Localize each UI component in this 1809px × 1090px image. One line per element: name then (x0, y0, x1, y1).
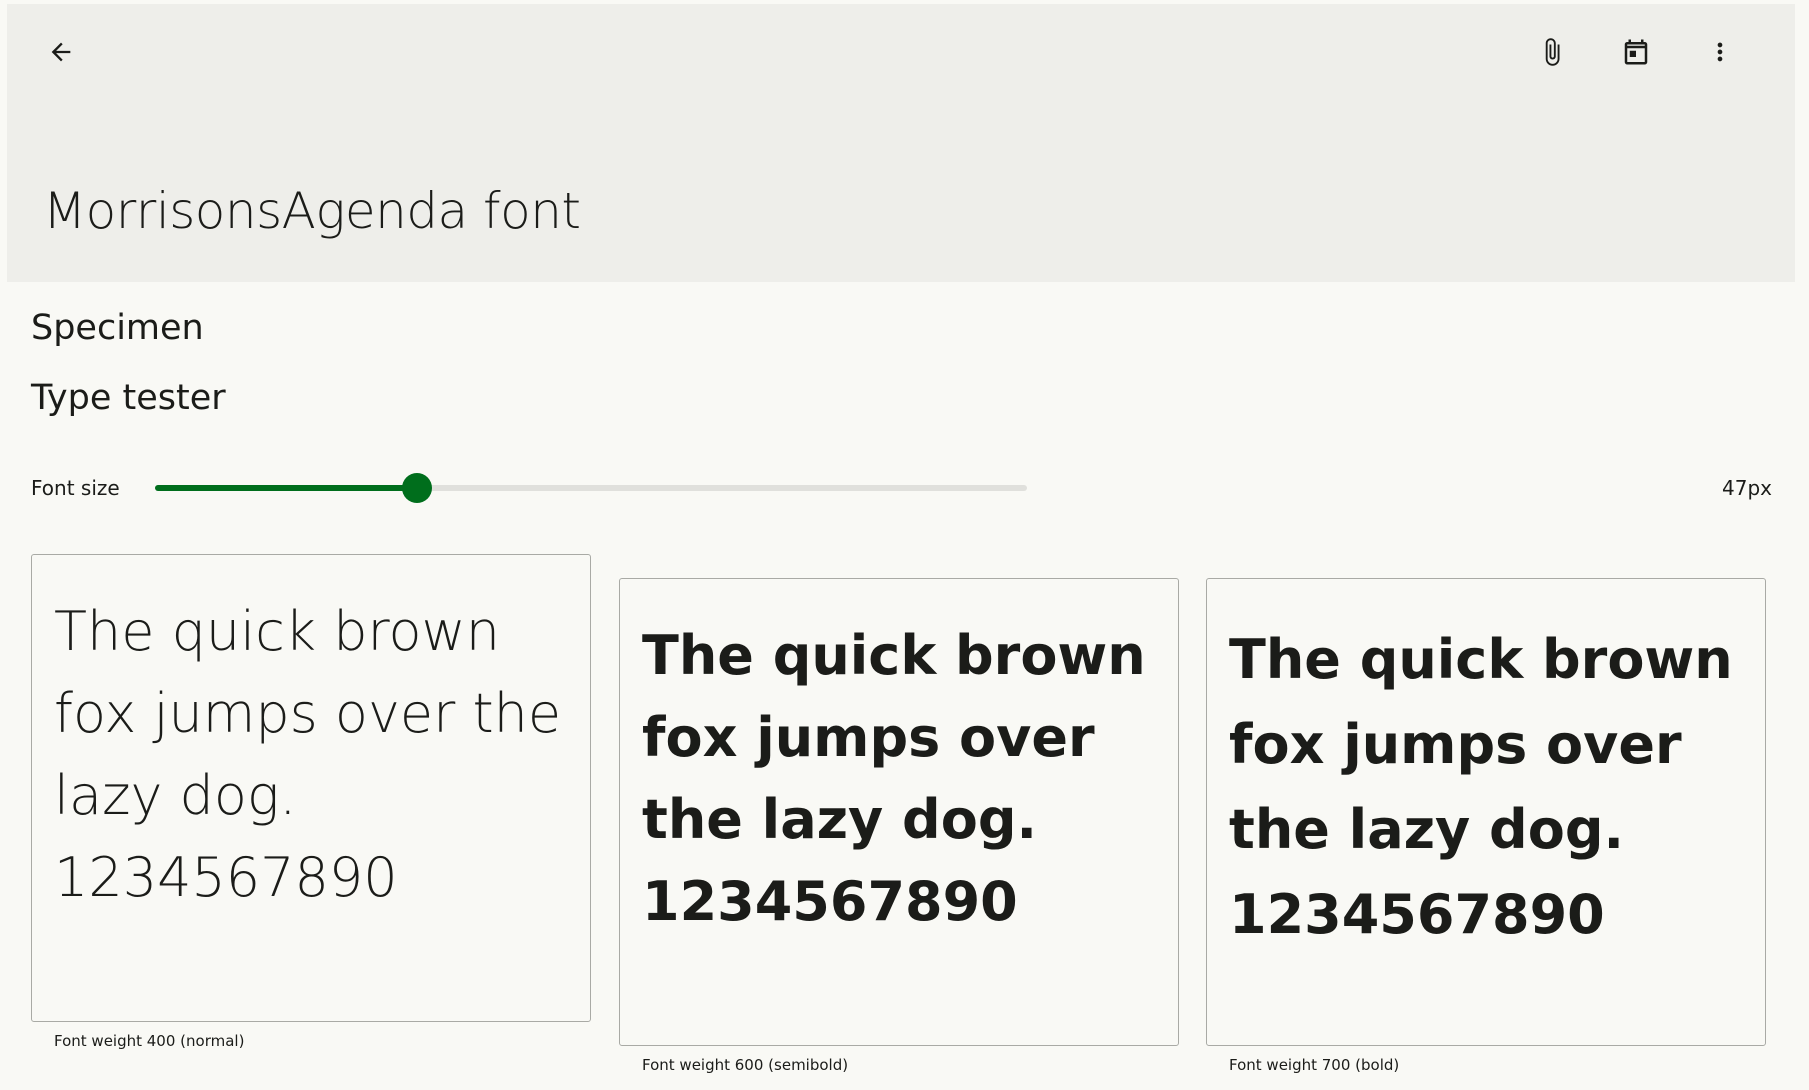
page-title: MorrisonsAgenda font (43, 182, 581, 240)
sample-text: The quick brown fox jumps over the lazy … (1229, 628, 1733, 946)
calendar-button[interactable] (1608, 24, 1664, 80)
calendar-icon (1621, 37, 1651, 67)
specimen-card-normal: The quick brown fox jumps over the lazy … (31, 554, 591, 1022)
font-size-value: 47px (1722, 476, 1772, 500)
nav-type-tester-link[interactable]: Type tester (31, 378, 226, 418)
weight-caption: Font weight 700 (bold) (1229, 1056, 1400, 1074)
slider-thumb[interactable] (401, 473, 432, 503)
slider-active-track (155, 485, 417, 491)
more-vert-icon (1706, 38, 1734, 66)
font-size-slider[interactable] (155, 472, 1027, 504)
more-options-button[interactable] (1692, 24, 1748, 80)
back-button[interactable] (33, 24, 89, 80)
arrow-back-icon (47, 38, 75, 66)
attach-icon (1537, 37, 1567, 67)
weight-caption: Font weight 600 (semibold) (642, 1056, 849, 1074)
nav-specimen-link[interactable]: Specimen (31, 308, 204, 348)
top-app-bar: MorrisonsAgenda font (7, 4, 1795, 282)
sample-text: The quick brown fox jumps over the lazy … (642, 624, 1146, 933)
specimen-card-bold: The quick brown fox jumps over the lazy … (1206, 578, 1766, 1046)
attach-button[interactable] (1524, 24, 1580, 80)
sample-text: The quick brown fox jumps over the lazy … (54, 600, 562, 909)
weight-caption: Font weight 400 (normal) (54, 1032, 245, 1050)
specimen-card-semibold: The quick brown fox jumps over the lazy … (619, 578, 1179, 1046)
font-size-label: Font size (31, 476, 120, 500)
